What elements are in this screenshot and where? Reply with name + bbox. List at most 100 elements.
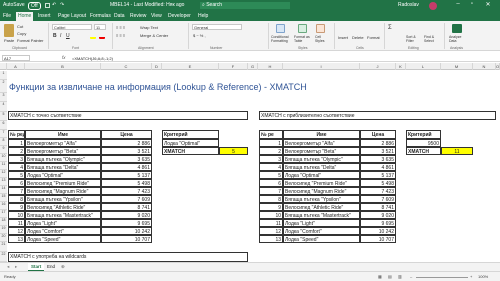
bold-button[interactable]: B — [53, 33, 57, 39]
underline-button[interactable]: U — [66, 33, 70, 39]
row-number-cell[interactable]: 2 — [8, 147, 25, 155]
row-number-cell[interactable]: 13 — [259, 235, 283, 243]
row-header[interactable]: 16 — [0, 202, 7, 210]
product-name-cell[interactable]: Велосипед "Magnum Ride" — [25, 187, 101, 195]
product-name-cell[interactable]: Велосипед "Athletic Ride" — [283, 203, 360, 211]
row-number-cell[interactable]: 4 — [8, 163, 25, 171]
next-sheet-icon[interactable]: ▸ — [12, 263, 20, 271]
xmatch-result[interactable]: 5 — [219, 147, 248, 155]
row-number-cell[interactable]: 4 — [259, 163, 283, 171]
product-name-cell[interactable]: Бягаща пътека "Mastertrack" — [283, 211, 360, 219]
product-name-cell[interactable]: Лодка "Light" — [25, 219, 101, 227]
product-name-cell[interactable]: Велоергометър "Alfa" — [283, 139, 360, 147]
page-layout-view-icon[interactable]: ▤ — [388, 274, 392, 279]
product-name-cell[interactable]: Бягаща пътека "Ypsilon" — [25, 195, 101, 203]
product-name-cell[interactable]: Лодка "Comfort" — [283, 227, 360, 235]
format-as-table-button[interactable]: Format as Table — [294, 35, 312, 43]
row-number-cell[interactable]: 10 — [8, 211, 25, 219]
row-header[interactable]: 9 — [0, 146, 7, 154]
sort-filter-button[interactable]: Sort & Filter — [406, 35, 422, 43]
price-cell[interactable]: 5 137 — [101, 171, 152, 179]
column-header-k[interactable]: K — [396, 63, 406, 70]
currency-icon[interactable]: $ ~ % , — [193, 33, 206, 38]
row-number-cell[interactable]: 9 — [8, 203, 25, 211]
fill-color-icon[interactable] — [90, 34, 96, 39]
row-number-cell[interactable]: 6 — [259, 179, 283, 187]
price-cell[interactable]: 10 242 — [360, 227, 396, 235]
tab-view[interactable]: View — [151, 13, 162, 19]
add-sheet-icon[interactable]: ⊕ — [58, 263, 68, 271]
close-icon[interactable]: ✕ — [482, 1, 494, 8]
row-header[interactable]: 14 — [0, 186, 7, 194]
analyze-data-button[interactable]: Analyze Data — [449, 35, 467, 43]
product-name-cell[interactable]: Лодка "Comfort" — [25, 227, 101, 235]
formula-input[interactable]: =XMATCH(J6;A;8;-1;2) — [72, 56, 113, 61]
fx-icon[interactable]: fx — [62, 55, 66, 60]
wrap-text-button[interactable]: Wrap Text — [140, 25, 158, 30]
row-header[interactable]: 21 — [0, 242, 7, 252]
product-name-cell[interactable]: Велосипед "Athletic Ride" — [25, 203, 101, 211]
zoom-level[interactable]: 100% — [478, 274, 488, 279]
row-number-cell[interactable]: 12 — [259, 227, 283, 235]
format-as-table-icon[interactable] — [298, 24, 307, 33]
column-header-l[interactable]: L — [406, 63, 441, 70]
search-box[interactable]: ⌕ Search — [200, 2, 290, 9]
criteria-value[interactable]: 9500 — [406, 139, 441, 147]
copy-button[interactable]: Copy — [17, 31, 26, 36]
product-name-cell[interactable]: Велоергометър "Alfa" — [25, 139, 101, 147]
product-name-cell[interactable]: Велосипед "Premium Ride" — [25, 179, 101, 187]
row-header[interactable]: 3 — [0, 93, 7, 102]
product-name-cell[interactable]: Лодка "Light" — [283, 219, 360, 227]
product-name-cell[interactable]: Лодка "Speed" — [25, 235, 101, 243]
product-name-cell[interactable]: Лодка "Optimal" — [25, 171, 101, 179]
row-header[interactable]: 15 — [0, 194, 7, 202]
row-number-cell[interactable]: 5 — [259, 171, 283, 179]
column-header-a[interactable]: A — [7, 63, 25, 70]
row-header[interactable]: 4 — [0, 102, 7, 112]
row-number-cell[interactable]: 3 — [8, 155, 25, 163]
column-header-c[interactable]: C — [101, 63, 152, 70]
zoom-slider[interactable] — [416, 277, 468, 278]
conditional-formatting-button[interactable]: Conditional Formatting — [271, 35, 293, 43]
product-name-cell[interactable]: Бягаща пътека "Delta" — [283, 163, 360, 171]
price-cell[interactable]: 3 635 — [101, 155, 152, 163]
paste-button[interactable]: Paste — [4, 38, 14, 43]
tab-file[interactable]: File — [3, 13, 11, 19]
align-bottom-icon[interactable]: ≡ ≡ ≡ — [116, 33, 125, 38]
row-number-cell[interactable]: 7 — [259, 187, 283, 195]
zoom-in-icon[interactable]: + — [470, 274, 472, 279]
row-number-cell[interactable]: 3 — [259, 155, 283, 163]
row-header[interactable]: 13 — [0, 178, 7, 186]
delete-button[interactable]: Delete — [352, 35, 364, 40]
price-cell[interactable]: 10 707 — [101, 235, 152, 243]
cell-styles-button[interactable]: Cell Styles — [315, 35, 329, 43]
row-header[interactable]: 22 — [0, 252, 7, 262]
cell-styles-icon[interactable] — [316, 24, 325, 33]
merge-center-button[interactable]: Merge & Center — [140, 33, 168, 38]
price-cell[interactable]: 8 741 — [101, 203, 152, 211]
find-select-button[interactable]: Find & Select — [424, 35, 440, 43]
row-header[interactable]: 6 — [0, 121, 7, 130]
price-cell[interactable]: 7 423 — [360, 187, 396, 195]
row-number-cell[interactable]: 6 — [8, 179, 25, 187]
product-name-cell[interactable]: Велосипед "Premium Ride" — [283, 179, 360, 187]
row-header[interactable]: 1 — [0, 71, 7, 80]
column-header-n[interactable]: N — [473, 63, 496, 70]
sheet-tab-start[interactable]: Start — [28, 263, 45, 271]
italic-button[interactable]: I — [60, 33, 61, 39]
row-number-cell[interactable]: 8 — [8, 195, 25, 203]
row-header[interactable]: 17 — [0, 210, 7, 218]
product-name-cell[interactable]: Велосипед "Magnum Ride" — [283, 187, 360, 195]
cut-button[interactable]: Cut — [17, 24, 23, 29]
price-cell[interactable]: 8 741 — [360, 203, 396, 211]
price-cell[interactable]: 2 886 — [360, 139, 396, 147]
price-cell[interactable]: 9 020 — [101, 211, 152, 219]
row-header[interactable]: 2 — [0, 80, 7, 93]
minimize-icon[interactable]: – — [452, 1, 464, 7]
paste-icon[interactable] — [4, 24, 14, 37]
format-button[interactable]: Format — [367, 35, 380, 40]
font-name-select[interactable]: Calibri — [52, 24, 92, 30]
row-number-cell[interactable]: 12 — [8, 227, 25, 235]
price-cell[interactable]: 4 861 — [360, 163, 396, 171]
product-name-cell[interactable]: Лодка "Speed" — [283, 235, 360, 243]
